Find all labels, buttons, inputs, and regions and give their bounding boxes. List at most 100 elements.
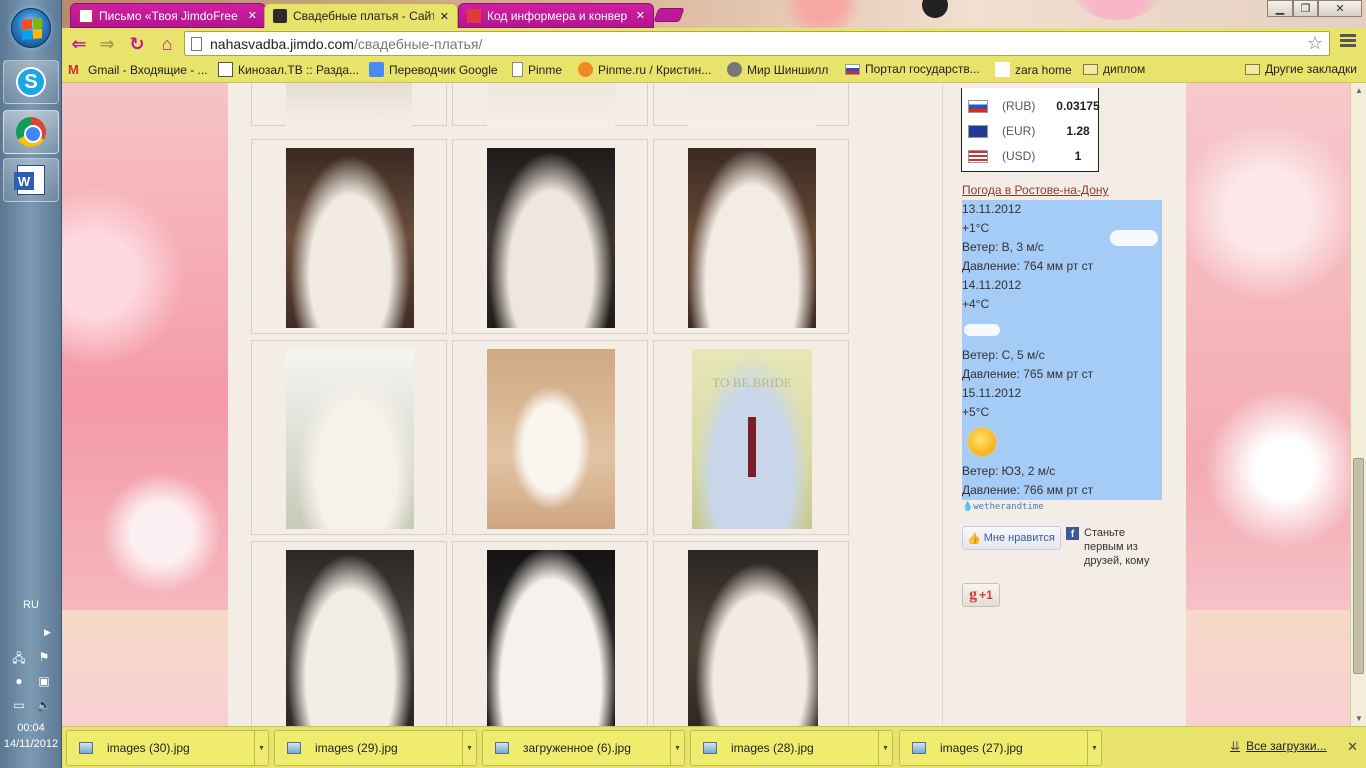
scrollbar-thumb[interactable]	[1353, 458, 1364, 674]
wedding-dress-photo[interactable]	[286, 349, 414, 529]
bookmark-kinozal[interactable]: Кинозал.ТВ :: Разда...	[218, 62, 359, 77]
translate-icon	[369, 62, 384, 77]
wedding-dress-photo[interactable]	[688, 550, 818, 726]
wedding-dress-photo[interactable]	[487, 148, 615, 328]
language-indicator[interactable]: RU	[0, 599, 62, 611]
droplet-icon: 💧	[962, 502, 974, 512]
google-plus-one-button[interactable]: g +1	[962, 583, 1000, 607]
gallery-cell[interactable]	[452, 139, 648, 334]
close-download-shelf-icon[interactable]: ✕	[1347, 739, 1358, 755]
bookmark-folder-diplom[interactable]: диплом	[1083, 62, 1145, 76]
scroll-down-arrow-icon[interactable]: ▼	[1351, 711, 1366, 726]
clipboard-icon[interactable]: ▣	[36, 673, 52, 689]
start-button[interactable]	[11, 8, 51, 48]
system-clock[interactable]: 00:04 14/11/2012	[0, 720, 62, 752]
folder-icon	[1083, 63, 1098, 75]
bookmark-google-translate[interactable]: Переводчик Google	[369, 62, 498, 77]
restore-button[interactable]: ❐	[1293, 0, 1318, 17]
sun-icon	[968, 428, 996, 456]
gallery-cell[interactable]	[251, 83, 447, 126]
gallery-cell[interactable]	[251, 340, 447, 535]
back-button[interactable]: ⇐	[68, 33, 90, 55]
download-item[interactable]: images (30).jpg ▼	[66, 730, 269, 766]
weather-city-link[interactable]: Погода в Ростове-на-Дону	[962, 183, 1109, 197]
other-bookmarks[interactable]: Другие закладки	[1245, 62, 1357, 76]
jimdo-favicon	[273, 9, 287, 23]
gallery-cell[interactable]	[452, 83, 648, 126]
gallery-cell[interactable]: TO BE BRIDE	[653, 340, 849, 535]
download-menu-arrow-icon[interactable]: ▼	[462, 731, 476, 765]
currency-informer: (RUB) 0.03175 (EUR) 1.28 (USD) 1	[961, 88, 1100, 172]
gallery-cell[interactable]	[452, 340, 648, 535]
weather-brand-link[interactable]: 💧wetherandtime	[962, 502, 1044, 512]
scroll-up-arrow-icon[interactable]: ▲	[1351, 83, 1366, 98]
bookmark-star-icon[interactable]: ☆	[1307, 33, 1323, 54]
facebook-like-button[interactable]: 👍 Мне нравится	[962, 526, 1061, 550]
wedding-dress-photo[interactable]	[688, 148, 816, 328]
russia-flag-icon	[845, 63, 860, 75]
wedding-dress-photo[interactable]	[487, 349, 615, 529]
all-downloads-link[interactable]: ⇊ Все загрузки...	[1230, 739, 1327, 753]
wedding-dress-photo[interactable]	[688, 83, 816, 126]
download-menu-arrow-icon[interactable]: ▼	[1087, 731, 1101, 765]
wedding-dress-photo[interactable]	[286, 148, 414, 328]
gallery-cell[interactable]	[452, 541, 648, 726]
tab-gmail[interactable]: Письмо «Твоя JimdoFree ✕	[70, 3, 266, 28]
download-menu-arrow-icon[interactable]: ▼	[878, 731, 892, 765]
bookmark-pinme-kristina[interactable]: Pinme.ru / Кристин...	[578, 62, 711, 77]
wedding-dress-photo[interactable]	[286, 83, 412, 126]
bookmark-label: Pinme	[528, 62, 563, 77]
volume-icon[interactable]: 🔈	[36, 697, 52, 713]
download-item[interactable]: images (29).jpg ▼	[274, 730, 477, 766]
taskbar-chrome[interactable]	[3, 110, 59, 154]
wedding-dress-photo[interactable]	[286, 550, 414, 726]
tab-wedding-dresses[interactable]: Свадебные платья - Сайт ✕	[264, 3, 458, 28]
address-bar[interactable]: nahasvadba.jimdo.com/свадебные-платья/ ☆	[184, 31, 1330, 56]
wedding-dress-photo[interactable]	[487, 550, 615, 726]
gallery-cell[interactable]	[653, 541, 849, 726]
vertical-scrollbar[interactable]: ▲ ▼	[1350, 83, 1366, 726]
chrome-menu-icon[interactable]	[1340, 34, 1356, 50]
new-tab-button[interactable]	[653, 8, 685, 22]
bookmark-gosuslugi[interactable]: Портал государств...	[845, 62, 980, 76]
download-item[interactable]: загруженное (6).jpg ▼	[482, 730, 685, 766]
gallery-cell[interactable]	[251, 541, 447, 726]
network-icon[interactable]: 🖧	[11, 650, 27, 666]
download-item[interactable]: images (28).jpg ▼	[690, 730, 893, 766]
clock-time: 00:04	[17, 722, 45, 734]
download-filename: images (28).jpg	[731, 741, 814, 755]
bookmark-zara-home[interactable]: zara home	[995, 62, 1072, 77]
taskbar-skype[interactable]: S	[3, 60, 59, 104]
wedding-dress-photo[interactable]	[487, 83, 615, 126]
bookmark-pinme[interactable]: Pinme	[512, 62, 562, 77]
bookmark-chinchilla[interactable]: Мир Шиншилл	[727, 62, 828, 77]
close-tab-icon[interactable]: ✕	[248, 9, 257, 22]
tab-title: Код информера и конвер	[487, 8, 628, 23]
download-menu-arrow-icon[interactable]: ▼	[254, 731, 268, 765]
reload-button[interactable]: ↻	[126, 33, 148, 55]
download-menu-arrow-icon[interactable]: ▼	[670, 731, 684, 765]
close-tab-icon[interactable]: ✕	[636, 9, 645, 22]
close-window-button[interactable]: ✕	[1318, 0, 1362, 17]
tray-expand-icon[interactable]: ▶	[44, 627, 51, 638]
gallery-content: TO BE BRIDE	[228, 83, 942, 726]
display-icon[interactable]: ▭	[11, 697, 27, 713]
gallery-cell[interactable]	[251, 139, 447, 334]
taskbar-word[interactable]: W	[3, 158, 59, 202]
weather-wind: Ветер: В, 3 м/с	[962, 240, 1044, 254]
minimize-button[interactable]: ▁	[1267, 0, 1293, 17]
action-center-flag-icon[interactable]: ⚑	[36, 649, 52, 665]
close-tab-icon[interactable]: ✕	[440, 10, 449, 23]
antivirus-icon[interactable]: ●	[11, 673, 27, 689]
gallery-cell[interactable]	[653, 139, 849, 334]
bookmark-gmail[interactable]: M Gmail - Входящие - ...	[68, 62, 208, 77]
tab-informer-code[interactable]: Код информера и конвер ✕	[458, 3, 654, 28]
home-button[interactable]: ⌂	[156, 33, 178, 55]
theme-flower-center	[922, 0, 948, 18]
forward-button[interactable]: ⇒	[96, 33, 118, 55]
wedding-dress-photo[interactable]: TO BE BRIDE	[692, 349, 812, 529]
gallery-cell[interactable]	[653, 83, 849, 126]
weather-pressure: Давление: 764 мм рт ст	[962, 259, 1094, 273]
download-item[interactable]: images (27).jpg ▼	[899, 730, 1102, 766]
blank-icon	[995, 62, 1010, 77]
